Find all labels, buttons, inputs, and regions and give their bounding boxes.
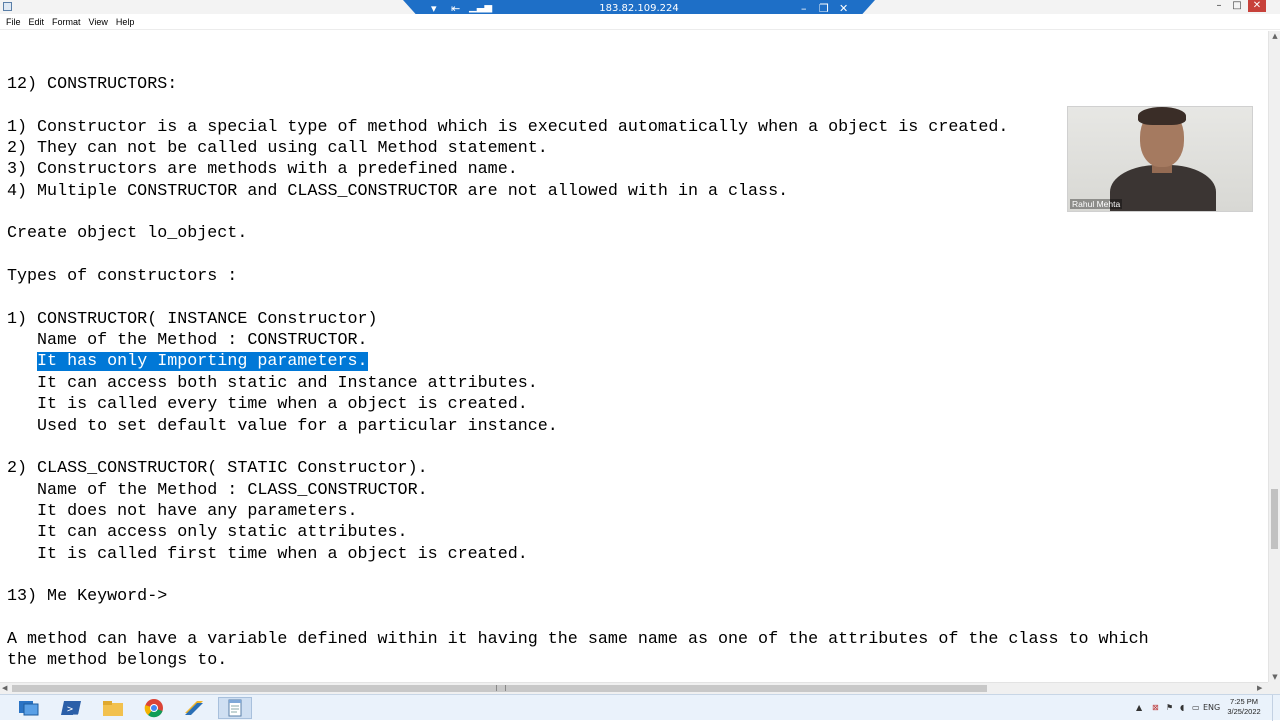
text-line[interactable]: Used to set default value for a particul… (7, 416, 1149, 437)
show-desktop-button[interactable] (1272, 695, 1280, 721)
text-line[interactable]: It can access both static and Instance a… (7, 373, 1149, 394)
menu-view[interactable]: View (85, 14, 112, 29)
menu-file[interactable]: File (2, 14, 25, 29)
text-line[interactable]: Create object lo_object. (7, 223, 1149, 244)
window-controls: – □ ✕ (1212, 0, 1266, 14)
text-line[interactable] (7, 95, 1149, 116)
menubar: File Edit Format View Help (0, 14, 1280, 30)
scrollbar-corner (1268, 682, 1280, 694)
action-center-icon[interactable]: ⚑ (1166, 695, 1173, 721)
maximize-button[interactable]: □ (1230, 0, 1244, 12)
chrome-icon[interactable] (137, 697, 171, 719)
presenter-name: Rahul Mehta (1070, 199, 1123, 209)
text-line[interactable]: 13) Me Keyword-> (7, 586, 1149, 607)
text-line[interactable]: 2) They can not be called using call Met… (7, 138, 1149, 159)
vertical-scroll-thumb[interactable] (1271, 489, 1278, 549)
language-indicator[interactable]: ENG (1203, 695, 1220, 721)
close-button[interactable]: ✕ (1248, 0, 1266, 12)
text-line[interactable]: Name of the Method : CONSTRUCTOR. (7, 330, 1149, 351)
vertical-scrollbar[interactable]: ▲ ▼ (1268, 31, 1280, 682)
scroll-up-arrow[interactable]: ▲ (1269, 32, 1280, 40)
scroll-right-arrow[interactable]: ▶ (1257, 683, 1262, 694)
text-line[interactable]: Types of constructors : (7, 266, 1149, 287)
text-line[interactable] (7, 565, 1149, 586)
file-explorer-icon[interactable] (96, 697, 130, 719)
text-line[interactable]: 3) Constructors are methods with a prede… (7, 159, 1149, 180)
text-line[interactable]: 1) Constructor is a special type of meth… (7, 117, 1149, 138)
system-clock[interactable]: 7:25 PM 3/25/2022 (1224, 697, 1264, 717)
notepad-icon[interactable] (218, 697, 252, 719)
selected-text-line[interactable]: It has only Importing parameters. (7, 351, 1149, 372)
horizontal-scrollbar[interactable]: ◀ ▶ (0, 682, 1268, 694)
document-text[interactable]: 12) CONSTRUCTORS: 1) Constructor is a spe… (7, 74, 1149, 672)
text-line[interactable]: 12) CONSTRUCTORS: (7, 74, 1149, 95)
volume-icon[interactable]: ◖ (1180, 695, 1184, 721)
text-line[interactable] (7, 202, 1149, 223)
text-line[interactable]: Name of the Method : CLASS_CONSTRUCTOR. (7, 480, 1149, 501)
text-line[interactable]: It does not have any parameters. (7, 501, 1149, 522)
text-line[interactable] (7, 245, 1149, 266)
sap-logon-icon[interactable] (177, 697, 211, 719)
network-warning-icon[interactable]: ⊠ (1152, 695, 1159, 721)
text-line[interactable]: A method can have a variable defined wit… (7, 629, 1149, 650)
presenter-webcam: Rahul Mehta (1067, 106, 1253, 212)
display-icon[interactable]: ▭ (1192, 695, 1200, 721)
text-line[interactable]: It can access only static attributes. (7, 522, 1149, 543)
text-line[interactable]: It is called every time when a object is… (7, 394, 1149, 415)
scroll-down-arrow[interactable]: ▼ (1269, 673, 1280, 681)
clock-time: 7:25 PM (1230, 697, 1258, 706)
notepad-app-icon (3, 2, 12, 11)
show-hidden-icons-icon[interactable]: ▲ (1136, 695, 1142, 721)
text-selection[interactable]: It has only Importing parameters. (37, 352, 368, 372)
menu-help[interactable]: Help (112, 14, 139, 29)
menu-format[interactable]: Format (48, 14, 85, 29)
text-line[interactable]: It is called first time when a object is… (7, 544, 1149, 565)
minimize-button[interactable]: – (1212, 0, 1226, 12)
powershell-icon[interactable]: >_ (54, 697, 88, 719)
taskbar: >_ ▲ ⊠ ⚑ ◖ ▭ ENG 7:25 PM 3/25/2022 (0, 694, 1280, 721)
text-line[interactable]: 1) CONSTRUCTOR( INSTANCE Constructor) (7, 309, 1149, 330)
scroll-left-arrow[interactable]: ◀ (2, 683, 7, 694)
text-line[interactable] (7, 608, 1149, 629)
presenter-hair (1138, 107, 1186, 125)
scroll-grip-icon (496, 685, 506, 691)
text-line[interactable]: 4) Multiple CONSTRUCTOR and CLASS_CONSTR… (7, 181, 1149, 202)
menu-edit[interactable]: Edit (25, 14, 49, 29)
text-line[interactable] (7, 437, 1149, 458)
clock-date: 3/25/2022 (1227, 707, 1261, 716)
svg-text:>_: >_ (67, 704, 80, 715)
server-manager-icon[interactable] (12, 697, 46, 719)
text-line[interactable]: the method belongs to. (7, 650, 1149, 671)
text-line[interactable]: 2) CLASS_CONSTRUCTOR( STATIC Constructor… (7, 458, 1149, 479)
text-line[interactable] (7, 287, 1149, 308)
